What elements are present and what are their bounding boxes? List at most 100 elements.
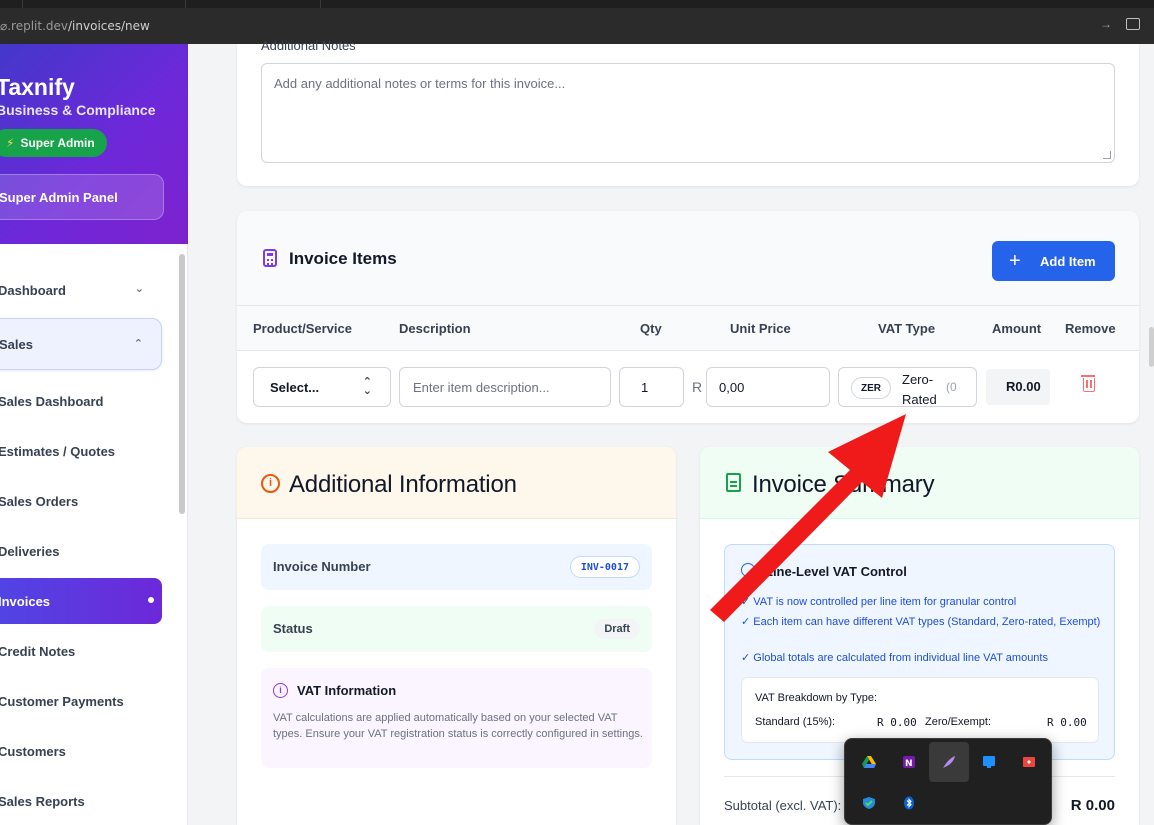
unit-price-input[interactable]: 0,00 [706, 367, 830, 407]
role-badge: ⚡ Super Admin [0, 129, 107, 157]
sidebar-item-label: Sales Reports [0, 793, 85, 809]
active-dot-icon [148, 597, 154, 603]
vat-information-box: i VAT Information VAT calculations are a… [261, 668, 652, 768]
calculator-icon [263, 249, 277, 267]
sidebar-item-customers[interactable]: Customers [0, 729, 162, 773]
product-select[interactable]: Select... ⌃ ⌄ [253, 367, 391, 407]
chevron-up-icon: ⌃ [133, 338, 143, 350]
sidebar-item-dashboard[interactable]: Dashboard ⌄ [0, 268, 162, 312]
invoice-number-badge: INV-0017 [569, 556, 640, 578]
sidebar-item-label: Dashboard [0, 282, 66, 298]
brand-tagline: Business & Compliance [0, 102, 156, 118]
lightning-icon: ⚡ [6, 136, 15, 150]
sidebar-item-label: Sales Orders [0, 493, 79, 509]
cast-icon[interactable] [1126, 18, 1140, 30]
notes-label: Additional Notes [261, 38, 356, 53]
brand-name: Taxnify [0, 74, 75, 100]
standard-vat-label: Standard (15%): [755, 716, 836, 728]
sidebar-item-sales-orders[interactable]: Sales Orders [0, 479, 162, 523]
resize-handle-icon[interactable] [1103, 151, 1111, 159]
add-item-label: Add Item [1040, 253, 1096, 269]
sidebar-scrollbar[interactable] [179, 254, 185, 514]
invoice-number-field: Invoice Number INV-0017 [261, 544, 652, 590]
role-badge-label: Super Admin [20, 136, 95, 150]
status-field: Status Draft [261, 606, 652, 652]
sidebar-item-label: Customers [0, 743, 66, 759]
sidebar-item-label: Customer Payments [0, 693, 124, 709]
column-header: Qty [640, 321, 662, 336]
sidebar: Taxnify Business & Compliance ⚡ Super Ad… [0, 44, 188, 825]
standard-vat-value: R 0.00 [877, 716, 917, 729]
product-select-value: Select... [270, 380, 320, 395]
forward-arrow-icon[interactable]: → [1100, 17, 1112, 31]
google-drive-icon[interactable] [849, 742, 889, 782]
trash-icon[interactable] [1081, 375, 1095, 392]
quantity-input[interactable]: 1 [619, 367, 684, 407]
vat-type-label: Zero-Rated [902, 372, 937, 407]
vat-control-bullet: ✓ Global totals are calculated from indi… [741, 652, 1048, 664]
vat-control-title: Line-Level VAT Control [765, 564, 907, 579]
status-badge: Draft [594, 619, 640, 639]
sidebar-item-label: Invoices [0, 593, 51, 609]
bluetooth-icon[interactable] [889, 783, 929, 823]
notes-card: Additional Notes Add any additional note… [237, 38, 1139, 186]
vat-breakdown-title: VAT Breakdown by Type: [755, 692, 878, 704]
info-icon: i [261, 474, 280, 493]
sidebar-item-estimates[interactable]: Estimates / Quotes [0, 429, 162, 473]
invoice-items-header: Invoice Items + Add Item [237, 211, 1139, 306]
invoice-items-card: Invoice Items + Add Item Product/Service… [237, 211, 1139, 423]
vat-type-extra: (0 [946, 380, 957, 394]
sidebar-item-sales-reports[interactable]: Sales Reports [0, 779, 162, 823]
zero-exempt-value: R 0.00 [1047, 716, 1087, 729]
address-bar[interactable]: ⌀.replit.dev/invoices/new → [0, 8, 1154, 44]
status-label: Status [273, 621, 313, 636]
sidebar-item-customer-payments[interactable]: Customer Payments [0, 679, 162, 723]
add-item-button[interactable]: + Add Item [992, 241, 1115, 281]
onenote-icon[interactable]: N [889, 742, 929, 782]
zero-exempt-label: Zero/Exempt: [925, 716, 992, 728]
column-header: Unit Price [730, 321, 791, 336]
chevron-down-icon: ⌄ [134, 283, 144, 295]
sidebar-item-credit-notes[interactable]: Credit Notes [0, 629, 162, 673]
sidebar-item-sales[interactable]: Sales ⌃ [0, 318, 162, 370]
description-input[interactable]: Enter item description... [399, 367, 611, 407]
blue-app-icon[interactable] [969, 742, 1009, 782]
invoice-number-label: Invoice Number [273, 559, 371, 574]
currency-symbol: R [692, 379, 703, 395]
svg-text:N: N [905, 759, 913, 769]
vat-type-select[interactable]: ZER Zero-Rated (0 [838, 367, 977, 407]
line-amount: R0.00 [986, 369, 1050, 405]
url-text[interactable]: ⌀.replit.dev/invoices/new [0, 19, 150, 33]
table-row: Select... ⌃ ⌄ Enter item description... 1… [237, 351, 1139, 423]
column-header: Remove [1065, 321, 1116, 336]
notes-placeholder: Add any additional notes or terms for th… [274, 76, 566, 91]
sidebar-item-label: Estimates / Quotes [0, 443, 116, 459]
column-header: Product/Service [253, 321, 352, 336]
feather-app-icon[interactable] [929, 742, 969, 782]
sidebar-item-label: Sales [0, 336, 33, 352]
page-scrollbar[interactable] [1149, 327, 1154, 367]
sidebar-item-label: Credit Notes [0, 643, 76, 659]
admin-panel-button[interactable]: Super Admin Panel [0, 174, 164, 220]
invoice-summary-header: Invoice Summary [700, 447, 1139, 519]
column-header: Amount [992, 321, 1042, 336]
sidebar-item-label: Deliveries [0, 543, 60, 559]
column-header: Description [399, 321, 471, 336]
anydesk-icon[interactable] [1009, 742, 1049, 782]
tab-divider [185, 0, 186, 8]
sidebar-item-deliveries[interactable]: Deliveries [0, 529, 162, 573]
document-icon [726, 473, 741, 492]
sidebar-item-invoices[interactable]: Invoices [0, 578, 162, 624]
plus-icon: + [1009, 249, 1021, 272]
items-table-header: Product/Service Description Qty Unit Pri… [237, 306, 1139, 351]
notes-textarea[interactable]: Add any additional notes or terms for th… [261, 63, 1115, 163]
vat-breakdown-box: VAT Breakdown by Type: Standard (15%): R… [741, 677, 1099, 743]
vat-information-text: VAT calculations are applied automatical… [273, 712, 643, 740]
sidebar-item-sales-dashboard[interactable]: Sales Dashboard [0, 379, 162, 423]
tab-divider [320, 0, 321, 8]
sidebar-item-label: Sales Dashboard [0, 393, 104, 409]
vat-information-title: VAT Information [297, 683, 397, 698]
vat-control-box: Line-Level VAT Control ✓ VAT is now cont… [724, 544, 1115, 760]
additional-info-header: i Additional Information [237, 447, 676, 519]
defender-icon[interactable] [849, 783, 889, 823]
